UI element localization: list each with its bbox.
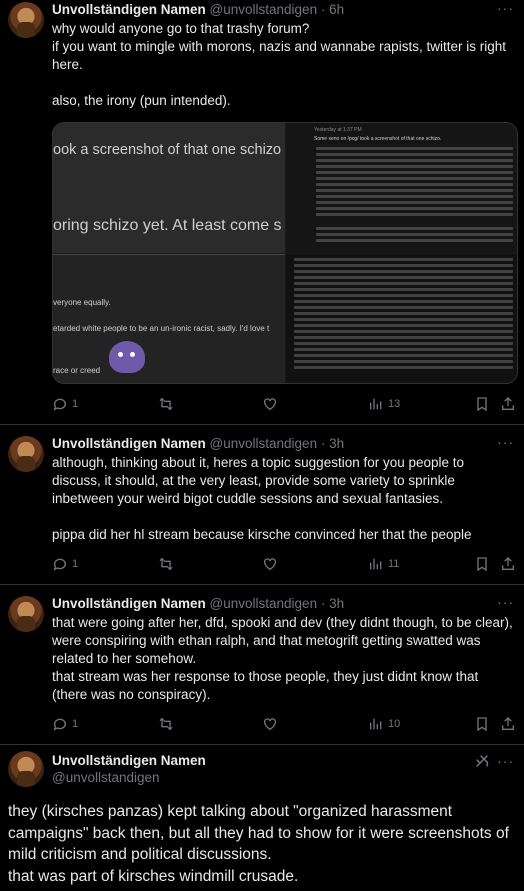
grok-icon[interactable]	[474, 753, 490, 769]
reply-button[interactable]: 1	[52, 716, 78, 732]
share-icon	[502, 717, 514, 730]
tweet-header: Unvollständigen Namen @unvollstandigen ·…	[52, 436, 344, 456]
reply-icon	[53, 718, 66, 731]
author-name[interactable]: Unvollständigen Namen	[52, 436, 206, 451]
retweet-button[interactable]	[158, 396, 178, 412]
tweet-text: they (kirsches panzas) kept talking abou…	[8, 803, 509, 885]
author-handle[interactable]: @unvollstandigen	[210, 436, 318, 451]
author-handle[interactable]: @unvollstandigen	[52, 770, 206, 785]
like-icon	[264, 398, 276, 411]
views-button[interactable]: 10	[368, 716, 400, 732]
avatar[interactable]	[8, 751, 44, 787]
retweet-icon	[159, 557, 173, 571]
media-image-4[interactable]	[286, 254, 517, 383]
reply-button[interactable]: 1	[52, 396, 78, 412]
like-icon	[264, 718, 276, 731]
like-icon	[264, 558, 276, 571]
author-name[interactable]: Unvollständigen Namen	[52, 2, 206, 17]
views-count: 10	[388, 718, 401, 730]
views-count: 11	[388, 558, 400, 570]
retweet-icon	[159, 397, 173, 411]
like-button[interactable]	[262, 556, 282, 572]
avatar[interactable]	[8, 596, 44, 632]
retweet-icon	[159, 717, 173, 731]
more-icon[interactable]: ···	[497, 594, 514, 610]
bookmark-button[interactable]	[474, 556, 494, 572]
retweet-button[interactable]	[158, 556, 178, 572]
timestamp[interactable]: · 3h	[321, 436, 344, 451]
share-icon	[502, 557, 514, 570]
tweet-text: that were going after her, dfd, spooki a…	[52, 615, 513, 702]
bookmark-icon	[477, 717, 487, 732]
views-count: 13	[388, 398, 401, 410]
media-image-3[interactable]: Yesterday at 1:37 PM Some xeno on /pcg/ …	[286, 123, 517, 253]
share-icon	[502, 397, 514, 410]
media-image-1[interactable]: ook a screenshot of that one schizo orin…	[53, 123, 285, 253]
media-text: Some xeno on /pcg/ took a screenshot of …	[314, 136, 442, 142]
views-button[interactable]: 11	[368, 556, 399, 572]
views-icon	[370, 718, 382, 730]
avatar[interactable]	[8, 2, 44, 38]
media-text: race or creed	[53, 366, 101, 375]
divider	[0, 424, 524, 425]
share-button[interactable]	[500, 396, 520, 412]
divider	[0, 584, 524, 585]
like-button[interactable]	[262, 716, 282, 732]
more-icon[interactable]: ···	[497, 0, 514, 16]
reply-icon	[53, 398, 66, 411]
views-icon	[370, 398, 382, 410]
tweet-text: although, thinking about it, heres a top…	[52, 455, 472, 542]
reply-button[interactable]: 1	[52, 556, 78, 572]
like-button[interactable]	[262, 396, 282, 412]
media-text: veryone equally.	[53, 298, 111, 307]
bookmark-icon	[477, 397, 487, 412]
avatar[interactable]	[8, 436, 44, 472]
more-icon[interactable]: ···	[497, 753, 514, 769]
author-name[interactable]: Unvollständigen Namen	[52, 596, 206, 611]
bookmark-icon	[477, 557, 487, 572]
reply-count: 1	[72, 718, 79, 730]
media-text: ook a screenshot of that one schizo	[53, 142, 282, 158]
author-handle[interactable]: @unvollstandigen	[210, 2, 318, 17]
views-button[interactable]: 13	[368, 396, 400, 412]
tweet-header: Unvollständigen Namen @unvollstandigen ·…	[52, 596, 344, 616]
tweet-media-grid[interactable]: ook a screenshot of that one schizo orin…	[52, 122, 518, 384]
share-button[interactable]	[500, 716, 520, 732]
bookmark-button[interactable]	[474, 396, 494, 412]
more-icon[interactable]: ···	[497, 434, 514, 450]
author-handle[interactable]: @unvollstandigen	[210, 596, 318, 611]
tweet-actions: 1 13	[52, 396, 516, 416]
tweet-3[interactable]: Unvollständigen Namen @unvollstandigen ·…	[0, 594, 524, 744]
tweet-1[interactable]: Unvollständigen Namen @unvollstandigen ·…	[0, 0, 524, 420]
bookmark-button[interactable]	[474, 716, 494, 732]
tweet-actions: 1 10	[52, 716, 516, 736]
timestamp[interactable]: · 3h	[321, 596, 344, 611]
tweet-2[interactable]: Unvollständigen Namen @unvollstandigen ·…	[0, 434, 524, 584]
share-button[interactable]	[500, 556, 520, 572]
tweet-actions: 1 11	[52, 556, 516, 576]
author-name[interactable]: Unvollständigen Namen	[52, 753, 206, 768]
views-icon	[370, 558, 382, 570]
timestamp[interactable]: · 6h	[321, 2, 344, 17]
reply-icon	[53, 558, 66, 571]
emote-image	[109, 341, 145, 373]
media-text: oring schizo yet. At least come s	[53, 217, 282, 234]
media-image-2[interactable]: veryone equally. etarded white people to…	[53, 254, 285, 383]
tweet-header: Unvollständigen Namen @unvollstandigen	[52, 753, 206, 785]
divider	[0, 744, 524, 745]
media-text: Yesterday at 1:37 PM	[314, 127, 362, 133]
tweet-text: why would anyone go to that trashy forum…	[52, 21, 506, 108]
retweet-button[interactable]	[158, 716, 178, 732]
reply-count: 1	[72, 558, 79, 570]
reply-count: 1	[72, 398, 79, 410]
tweet-header: Unvollständigen Namen @unvollstandigen ·…	[52, 2, 344, 22]
media-text: etarded white people to be an un-ironic …	[53, 324, 270, 333]
